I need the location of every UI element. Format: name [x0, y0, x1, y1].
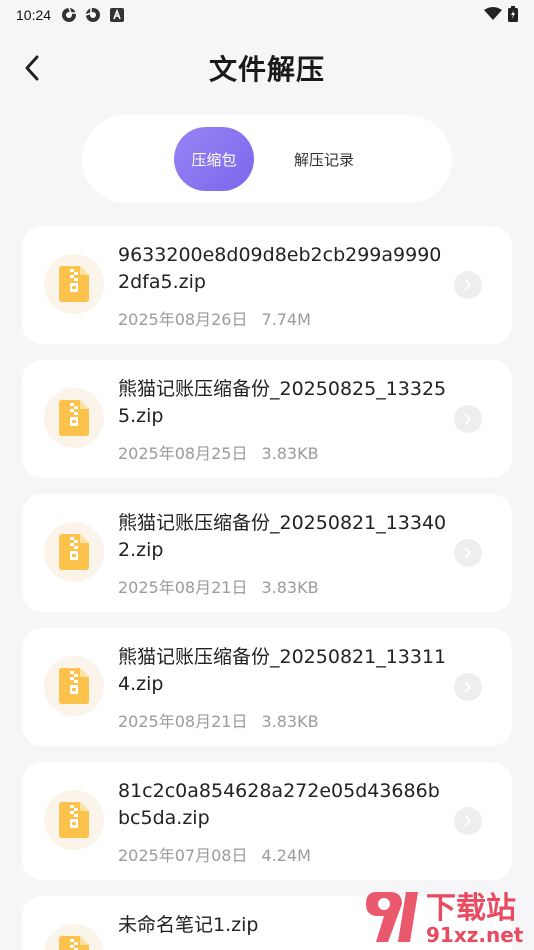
chevron-right-icon[interactable] — [454, 807, 482, 835]
tab-extract-history[interactable]: 解压记录 — [254, 127, 394, 191]
chevron-right-icon[interactable] — [454, 271, 482, 299]
header: 文件解压 — [0, 36, 534, 100]
wifi-icon — [484, 6, 502, 24]
zip-file-icon — [44, 522, 104, 582]
chevron-right-icon[interactable] — [454, 673, 482, 701]
file-date: 2025年07月08日 — [118, 846, 248, 865]
file-name: 81c2c0a854628a272e05d43686bbc5da.zip — [118, 780, 440, 829]
file-meta: 2025年08月25日 3.83KB — [118, 440, 319, 464]
file-date: 2025年08月26日 — [118, 310, 248, 329]
status-time: 10:24 — [16, 7, 52, 23]
file-date: 2025年08月25日 — [118, 444, 248, 463]
chevron-left-icon — [25, 55, 39, 81]
list-item[interactable]: 熊猫记账压缩备份_20250825_133255.zip 2025年08月25日… — [22, 360, 512, 478]
file-name: 9633200e8d09d8eb2cb299a99902dfa5.zip — [118, 244, 442, 293]
zip-file-icon — [44, 656, 104, 716]
zip-file-icon — [44, 924, 104, 950]
page-title: 文件解压 — [208, 53, 325, 86]
file-date: 2025年08月21日 — [118, 712, 248, 731]
watermark-text: 下载站 — [426, 891, 516, 926]
chevron-right-icon[interactable] — [454, 539, 482, 567]
file-meta: 2025年07月08日 4.24M — [118, 842, 311, 866]
zip-file-icon — [44, 790, 104, 850]
list-item[interactable]: 熊猫记账压缩备份_20250821_133402.zip 2025年08月21日… — [22, 494, 512, 612]
file-size: 7.74M — [261, 310, 311, 329]
zip-file-icon — [44, 254, 104, 314]
file-meta: 2025年08月21日 3.83KB — [118, 708, 319, 732]
chevron-right-icon[interactable] — [454, 405, 482, 433]
file-meta: 2025年08月26日 7.74M — [118, 306, 311, 330]
file-size: 3.83KB — [261, 444, 319, 463]
file-list: 9633200e8d09d8eb2cb299a99902dfa5.zip 202… — [22, 226, 512, 950]
watermark-logo: 下载站 91xz.net — [362, 884, 534, 950]
file-name: 熊猫记账压缩备份_20250821_133114.zip — [118, 646, 447, 695]
file-date: 2025年08月21日 — [118, 578, 248, 597]
app-notification-icon — [85, 7, 101, 23]
file-size: 3.83KB — [261, 712, 319, 731]
status-bar: 10:24 — [0, 0, 534, 30]
file-size: 3.83KB — [261, 578, 319, 597]
tab-bar: 压缩包 解压记录 — [82, 115, 452, 203]
tab-archives[interactable]: 压缩包 — [174, 127, 254, 191]
file-meta: 2025年08月21日 3.83KB — [118, 574, 319, 598]
app-notification-icon — [61, 7, 77, 23]
list-item[interactable]: 熊猫记账压缩备份_20250821_133114.zip 2025年08月21日… — [22, 628, 512, 746]
watermark-domain: 91xz.net — [426, 923, 524, 947]
zip-file-icon — [44, 388, 104, 448]
back-button[interactable] — [14, 50, 50, 86]
file-size: 4.24M — [261, 846, 311, 865]
list-item[interactable]: 81c2c0a854628a272e05d43686bbc5da.zip 202… — [22, 762, 512, 880]
list-item[interactable]: 9633200e8d09d8eb2cb299a99902dfa5.zip 202… — [22, 226, 512, 344]
battery-icon — [508, 5, 518, 25]
file-name: 熊猫记账压缩备份_20250821_133402.zip — [118, 512, 447, 561]
file-name: 熊猫记账压缩备份_20250825_133255.zip — [118, 378, 447, 427]
app-a-icon — [109, 7, 125, 23]
